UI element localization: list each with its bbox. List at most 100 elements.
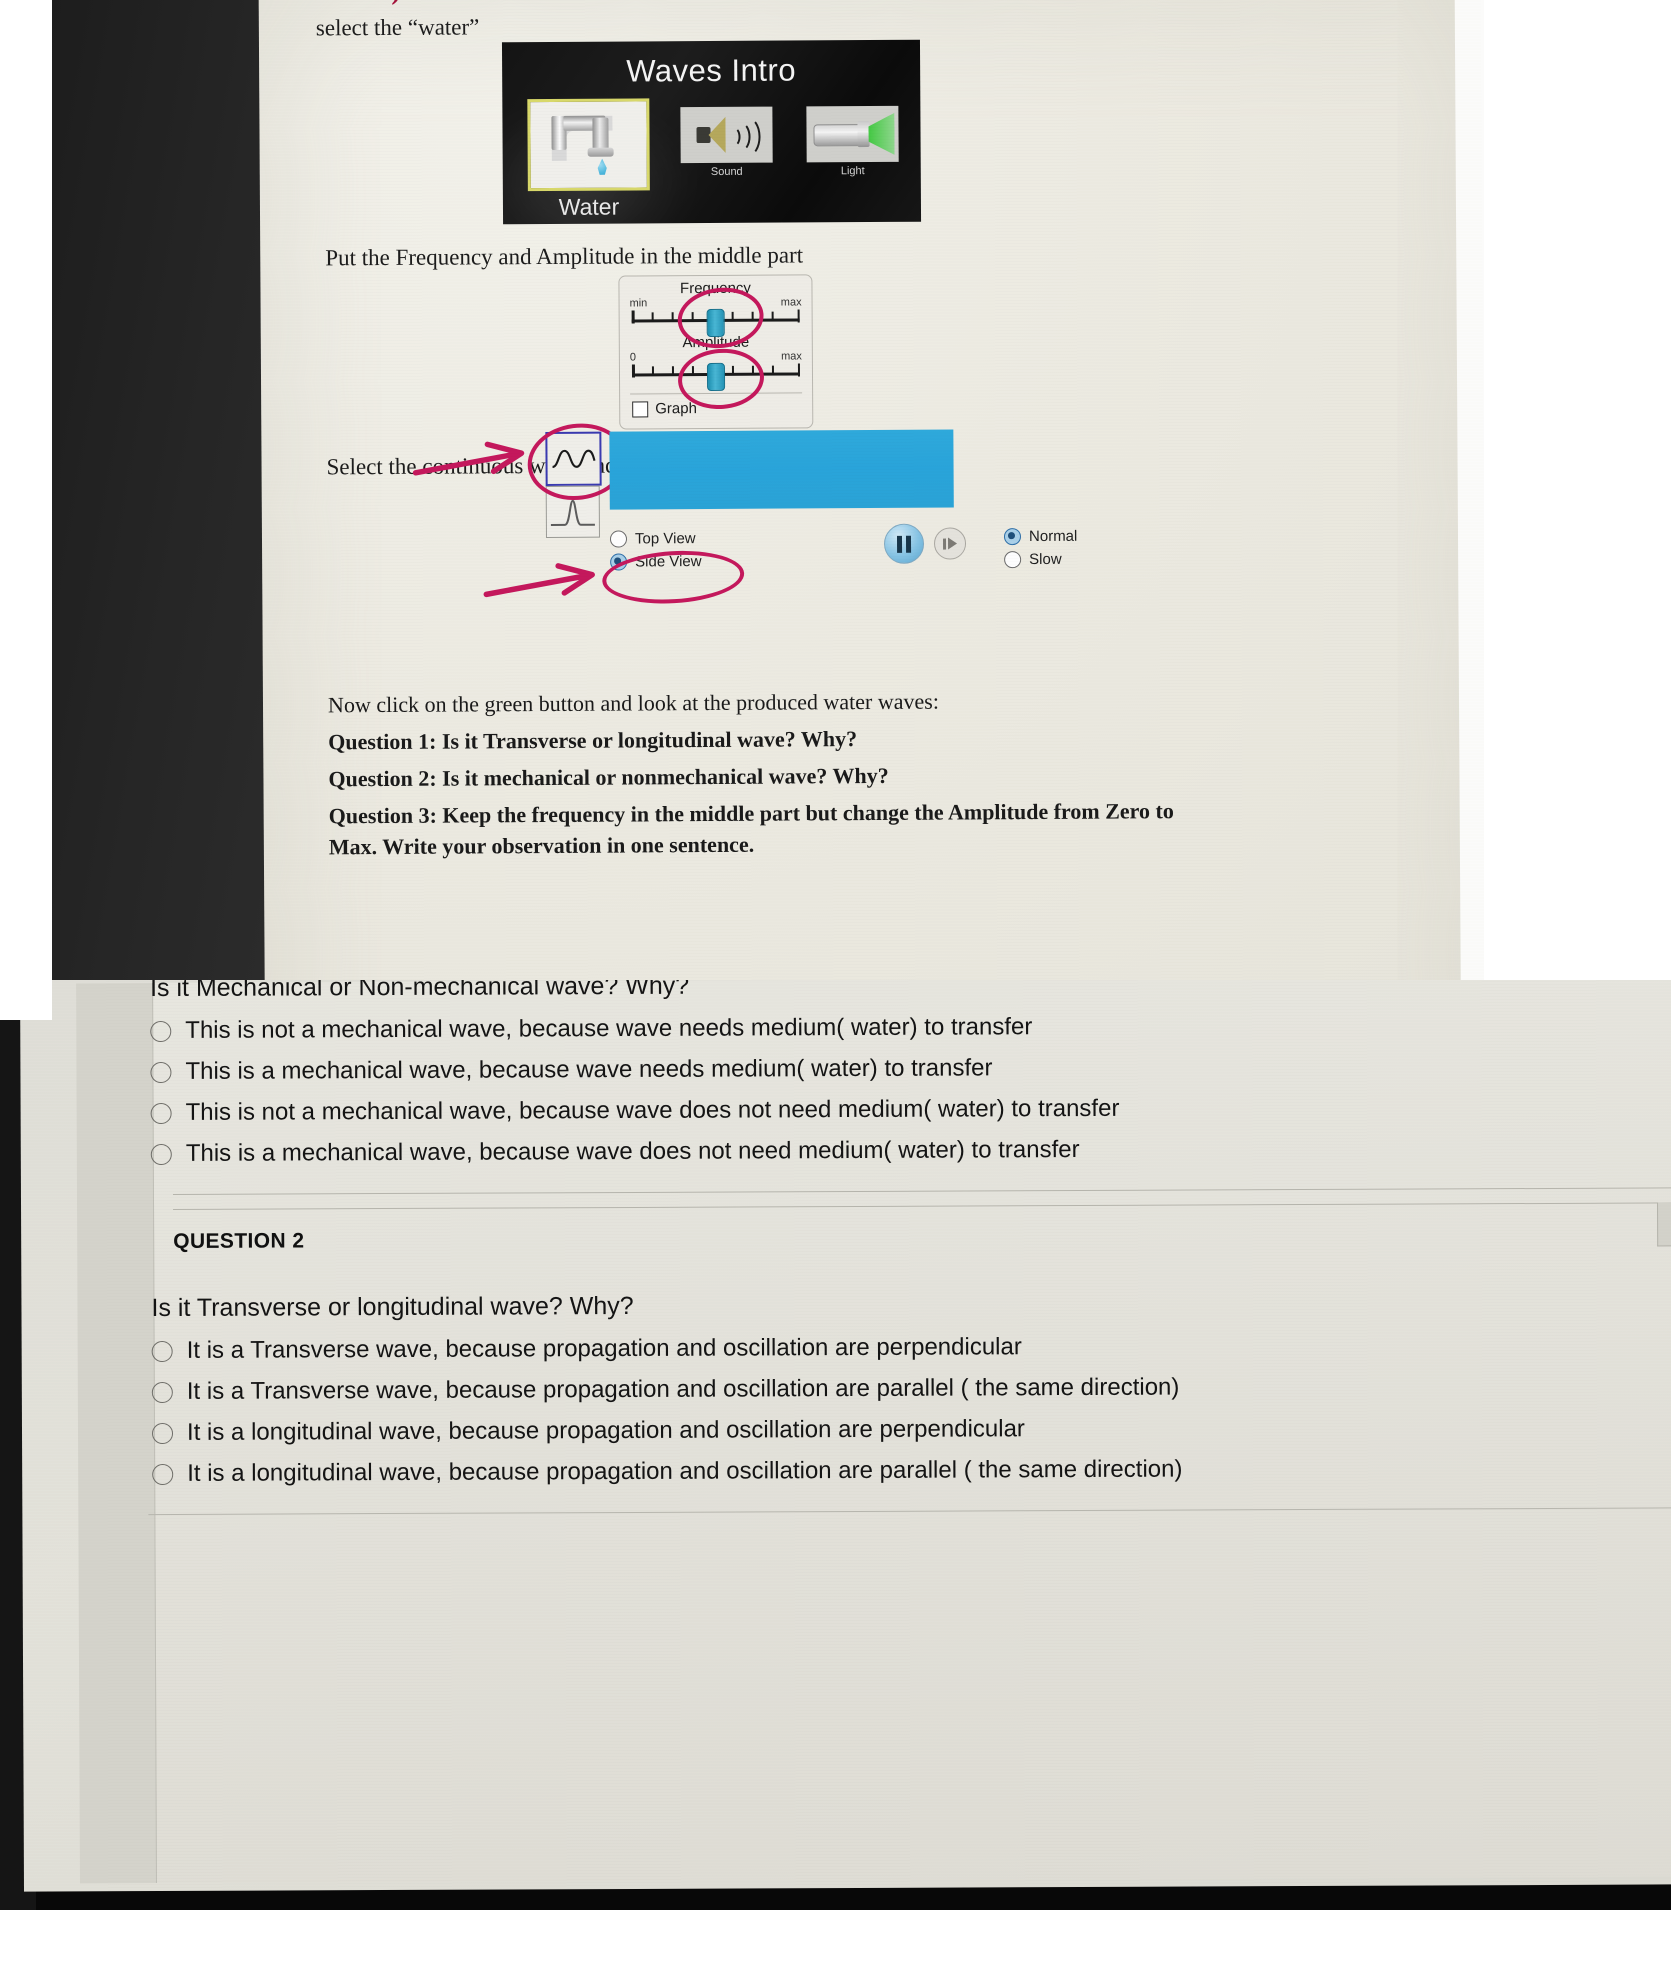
question-1-options: This is not a mechanical wave, because w… <box>150 1010 1671 1168</box>
normal-speed-radio-indicator[interactable] <box>1003 528 1022 546</box>
phet-waves-intro-panel[interactable]: Waves Intro Water Sound Light <box>501 39 922 225</box>
question-block-1: QUESTION 1 10 p Is it Mechanical or Non-… <box>150 980 1671 1181</box>
worksheet-question-2: Question 2: Is it mechanical or nonmecha… <box>328 762 889 792</box>
question-1-option-4[interactable]: This is a mechanical wave, because wave … <box>150 1133 1671 1168</box>
page-title: Part 1) water <box>316 0 479 7</box>
graph-checkbox-label: Graph <box>655 400 697 418</box>
graph-checkbox-row[interactable]: Graph <box>632 399 812 417</box>
question-2-options: It is a Transverse wave, because propaga… <box>151 1330 1671 1488</box>
sound-tile-surface[interactable] <box>680 106 773 164</box>
page-bottom-white-margin <box>0 1910 1671 1987</box>
side-view-label: Side View <box>635 553 702 571</box>
view-radio-group[interactable]: Top View Side View <box>609 530 702 577</box>
question-1-option-2[interactable]: This is a mechanical wave, because wave … <box>150 1051 1671 1086</box>
question-2-bottom-rule <box>148 1507 1671 1516</box>
question-2-option-4-radio[interactable] <box>152 1463 174 1485</box>
question-1-option-1-radio[interactable] <box>150 1020 172 1042</box>
question-1-option-2-radio[interactable] <box>150 1061 172 1083</box>
wave-type-selector[interactable] <box>545 431 602 538</box>
continuous-wave-glyph <box>552 449 596 469</box>
radio-top-view[interactable]: Top View <box>609 530 702 548</box>
question-2-header: QUESTION 2 10 p <box>173 1202 1671 1254</box>
slow-speed-radio-indicator[interactable] <box>1004 551 1022 569</box>
question-2-option-1[interactable]: It is a Transverse wave, because propaga… <box>151 1330 1671 1365</box>
amplitude-max-label: max <box>781 350 802 363</box>
page-right-margin <box>1454 0 1484 1083</box>
frequency-label: Frequency <box>679 279 751 298</box>
quiz-screen: QUESTION 1 10 p Is it Mechanical or Non-… <box>20 980 1671 1892</box>
question-2-option-2-label: It is a Transverse wave, because propaga… <box>186 1373 1180 1405</box>
water-tile-label: Water <box>558 193 620 220</box>
worksheet-question-3-line1: Question 3: Keep the frequency in the mi… <box>328 798 1174 829</box>
amplitude-min-label: 0 <box>629 351 637 364</box>
worksheet-page: Part 1) water select the “water” Waves I… <box>258 0 1484 1095</box>
question-2-option-3-radio[interactable] <box>151 1422 174 1444</box>
question-2-option-2-radio[interactable] <box>151 1381 173 1403</box>
flashlight-icon <box>813 117 891 151</box>
instruction-select-water: select the “water” <box>316 14 480 41</box>
quiz-left-gutter <box>76 983 157 1884</box>
instruction-select-water-text: select the “water” <box>315 14 480 41</box>
question-2-option-3[interactable]: It is a longitudinal wave, because propa… <box>151 1412 1671 1447</box>
worksheet-photo: Part 1) water select the “water” Waves I… <box>0 0 1484 1100</box>
normal-speed-label: Normal <box>1028 527 1078 546</box>
pulse-wave-icon[interactable] <box>545 485 600 538</box>
question-2-prompt: Is it Transverse or longitudinal wave? W… <box>151 1291 634 1323</box>
water-wave-display[interactable] <box>609 429 954 510</box>
question-2-option-2[interactable]: It is a Transverse wave, because propaga… <box>151 1371 1671 1406</box>
faucet-icon <box>545 111 631 178</box>
question-1-option-3-radio[interactable] <box>150 1102 172 1124</box>
amplitude-slider-knob[interactable] <box>706 362 726 392</box>
amplitude-slider[interactable] <box>631 362 801 392</box>
worksheet-question-3-line2: Max. Write your observation in one sente… <box>328 831 755 860</box>
phet-tile-light[interactable]: Light <box>806 105 899 178</box>
question-1-option-1[interactable]: This is not a mechanical wave, because w… <box>150 1010 1671 1045</box>
step-forward-button[interactable] <box>933 527 967 560</box>
question-1-option-3[interactable]: This is not a mechanical wave, because w… <box>150 1092 1671 1127</box>
phet-tile-water[interactable]: Water <box>527 98 650 221</box>
frequency-slider-knob[interactable] <box>706 308 725 338</box>
question-2-option-4[interactable]: It is a longitudinal wave, because propa… <box>152 1453 1671 1488</box>
radio-side-view[interactable]: Side View <box>610 553 702 571</box>
water-drop-icon <box>596 159 609 176</box>
question-2-option-1-radio[interactable] <box>151 1340 173 1362</box>
question-1-option-2-label: This is a mechanical wave, because wave … <box>185 1054 993 1085</box>
phet-tile-sound[interactable]: Sound <box>680 106 773 179</box>
page-left-white-margin <box>0 0 52 1020</box>
question-1-option-4-radio[interactable] <box>150 1143 172 1165</box>
questions-intro: Now click on the green button and look a… <box>327 688 939 718</box>
light-tile-surface[interactable] <box>806 105 899 163</box>
continuous-wave-icon[interactable] <box>545 431 602 486</box>
phet-app-title: Waves Intro <box>626 52 797 89</box>
wave-controls-panel[interactable]: Frequency min max Amplitude 0 max Graph <box>618 274 814 430</box>
slow-speed-label: Slow <box>1029 550 1062 569</box>
question-1-option-1-label: This is not a mechanical wave, because w… <box>185 1013 1033 1044</box>
frequency-min-label: min <box>629 297 648 310</box>
question-2-points: 10 p <box>1656 1202 1671 1247</box>
panel-divider <box>630 392 803 395</box>
worksheet-question-1: Question 1: Is it Transverse or longitud… <box>328 726 858 755</box>
side-view-radio-indicator[interactable] <box>610 553 628 571</box>
water-tile-surface[interactable] <box>527 98 650 192</box>
annotation-arrow-side-view <box>483 563 595 598</box>
question-1-option-3-label: This is not a mechanical wave, because w… <box>185 1094 1120 1126</box>
pause-button[interactable] <box>883 523 925 564</box>
playback-controls[interactable] <box>883 523 967 564</box>
sound-tile-label: Sound <box>710 165 743 178</box>
top-view-radio-indicator[interactable] <box>609 530 628 548</box>
top-view-label: Top View <box>634 530 696 548</box>
radio-slow-speed[interactable]: Slow <box>1004 550 1077 569</box>
question-1-prompt: Is it Mechanical or Non-mechanical wave?… <box>150 980 690 1003</box>
radio-normal-speed[interactable]: Normal <box>1003 527 1078 546</box>
quiz-content-area: QUESTION 1 10 p Is it Mechanical or Non-… <box>76 980 1671 1884</box>
question-1-option-4-label: This is a mechanical wave, because wave … <box>185 1136 1080 1167</box>
pulse-wave-glyph <box>550 499 595 526</box>
speed-radio-group[interactable]: Normal Slow <box>1003 527 1078 574</box>
frequency-slider[interactable] <box>631 308 800 338</box>
frequency-max-label: max <box>780 296 802 309</box>
question-2-option-4-label: It is a longitudinal wave, because propa… <box>187 1455 1183 1487</box>
phet-tile-row: Water Sound Light <box>527 98 899 221</box>
graph-checkbox[interactable] <box>632 400 649 417</box>
instruction-frequency-amplitude: Put the Frequency and Amplitude in the m… <box>325 242 804 271</box>
question-2-option-1-label: It is a Transverse wave, because propaga… <box>186 1333 1022 1364</box>
